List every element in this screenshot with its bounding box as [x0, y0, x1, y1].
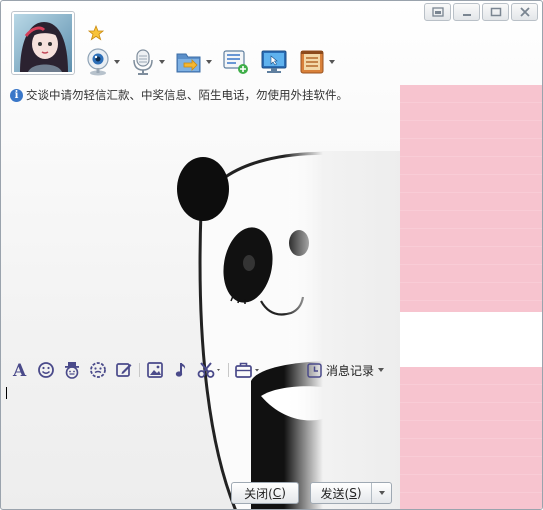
- message-input[interactable]: [2, 381, 398, 479]
- doodle-button[interactable]: [111, 360, 137, 380]
- remote-assistance-button[interactable]: [260, 49, 288, 75]
- chevron-down-icon: [378, 368, 385, 372]
- minimize-icon: [462, 14, 471, 16]
- close-window-button[interactable]: [511, 3, 538, 21]
- send-button[interactable]: 发送(S): [310, 482, 392, 504]
- message-history-button[interactable]: 消息记录: [307, 361, 385, 379]
- info-icon: i: [10, 88, 23, 102]
- music-note-icon: [175, 363, 186, 377]
- skin-icon: [431, 7, 444, 17]
- send-button-hotkey: S: [349, 486, 357, 500]
- text-cursor: [6, 387, 7, 399]
- send-options-dropdown[interactable]: [371, 483, 391, 503]
- format-separator: [139, 363, 140, 377]
- toolbox-button[interactable]: [231, 360, 265, 380]
- minimize-button[interactable]: [453, 3, 480, 21]
- font-button[interactable]: A: [7, 360, 33, 380]
- shake-button[interactable]: [85, 360, 111, 380]
- font-icon: A: [12, 361, 27, 379]
- side-panel: [400, 85, 542, 509]
- magic-face-icon: [65, 362, 79, 379]
- message-display-area[interactable]: [2, 105, 398, 355]
- contact-avatar[interactable]: [11, 11, 75, 75]
- edit-icon: [116, 363, 132, 377]
- main-toolbar: [85, 45, 345, 79]
- side-panel-ad-area[interactable]: [400, 367, 542, 509]
- apps-button[interactable]: [298, 49, 335, 75]
- close-button-hotkey: C: [272, 486, 282, 500]
- video-call-icon: [87, 48, 109, 76]
- message-history-label: 消息记录: [326, 363, 375, 378]
- avatar-image: [14, 14, 72, 72]
- skin-button[interactable]: [424, 3, 451, 21]
- create-discussion-button[interactable]: [222, 49, 250, 75]
- close-button-label-end: ): [281, 486, 286, 500]
- voice-call-dropdown[interactable]: [159, 60, 165, 64]
- send-file-dropdown[interactable]: [206, 60, 212, 64]
- smiley-icon: [38, 362, 54, 378]
- send-file-button[interactable]: [175, 49, 212, 75]
- voice-call-icon: [133, 49, 153, 75]
- magic-face-button[interactable]: [59, 360, 85, 380]
- music-button[interactable]: [168, 360, 194, 380]
- chevron-down-icon: [378, 491, 385, 495]
- shake-icon: [90, 362, 106, 378]
- remote-assistance-icon: [261, 50, 287, 73]
- apps-icon: [300, 50, 324, 74]
- scissors-icon: [197, 362, 220, 378]
- voice-call-button[interactable]: [130, 48, 165, 76]
- side-panel-show-area[interactable]: [400, 85, 542, 312]
- video-call-button[interactable]: [85, 48, 120, 76]
- format-separator: [228, 363, 229, 377]
- image-icon: [147, 362, 163, 378]
- send-button-label-end: ): [356, 486, 362, 500]
- screenshot-button[interactable]: [194, 360, 226, 380]
- clock-icon: [307, 362, 322, 378]
- maximize-icon: [490, 7, 501, 17]
- svg-text:A: A: [12, 361, 27, 379]
- toolbox-icon: [235, 362, 259, 378]
- close-button-label: 关闭(: [244, 486, 273, 501]
- send-image-button[interactable]: [142, 360, 168, 380]
- security-warning: i 交谈中请勿轻信汇款、中奖信息、陌生电话，勿使用外挂软件。: [10, 87, 348, 103]
- create-discussion-icon: [223, 50, 248, 74]
- close-button[interactable]: 关闭(C): [231, 482, 299, 504]
- video-call-dropdown[interactable]: [114, 60, 120, 64]
- star-icon: [88, 25, 104, 41]
- send-button-label: 发送(: [320, 486, 350, 501]
- window-controls: [424, 3, 538, 21]
- chat-window: i 交谈中请勿轻信汇款、中奖信息、陌生电话，勿使用外挂软件。 A 消息记录 关闭…: [0, 0, 543, 510]
- close-icon: [519, 7, 530, 17]
- apps-dropdown[interactable]: [329, 60, 335, 64]
- warning-text: 交谈中请勿轻信汇款、中奖信息、陌生电话，勿使用外挂软件。: [26, 88, 348, 102]
- emoji-button[interactable]: [33, 360, 59, 380]
- send-file-icon: [176, 53, 201, 73]
- maximize-button[interactable]: [482, 3, 509, 21]
